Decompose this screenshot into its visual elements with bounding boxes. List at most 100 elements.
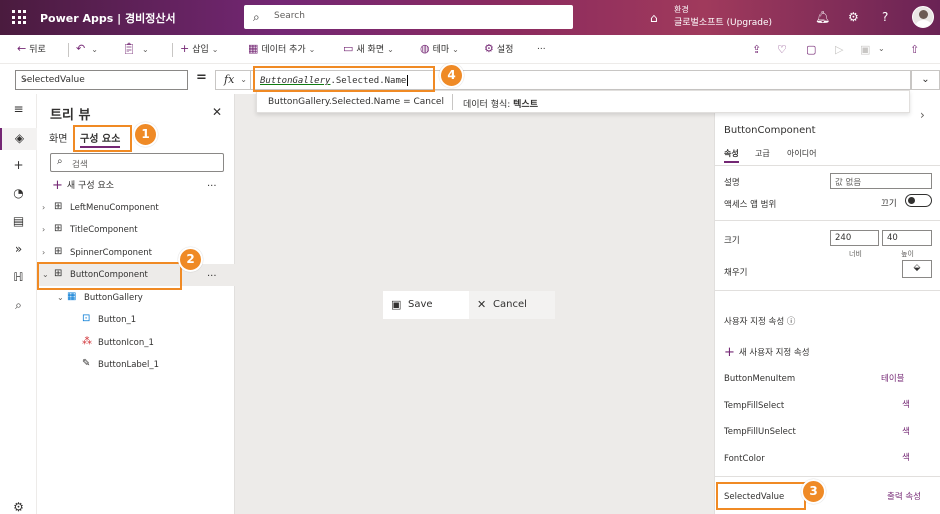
avatar[interactable] — [912, 6, 934, 28]
gear-icon[interactable]: ⚙ — [848, 10, 859, 24]
environment-icon[interactable]: ⌂ — [650, 11, 658, 25]
property-dropdown[interactable]: SelectedValue ⌄ — [15, 70, 188, 90]
help-icon[interactable]: ? — [882, 10, 888, 24]
more-icon[interactable]: ... — [207, 178, 217, 189]
description-input[interactable]: 값 없음 — [830, 173, 932, 189]
custom-prop-name[interactable]: TempFillUnSelect — [724, 427, 796, 437]
result-type: 데이터 형식: 텍스트 — [463, 100, 538, 110]
insert-button[interactable]: + 삽입 ⌄ — [180, 42, 218, 55]
fill-picker[interactable]: ⬙ — [902, 260, 932, 278]
tree-item-spinnercomponent[interactable]: › ⊞ SpinnerComponent — [37, 242, 235, 264]
width-sub-label: 너비 — [849, 250, 862, 258]
tab-ideas[interactable]: 아이디어 — [787, 148, 816, 159]
chevron-down-icon[interactable]: ⌄ — [57, 293, 64, 302]
info-icon[interactable]: ⓘ — [787, 317, 796, 327]
tree-item-buttonlabel1[interactable]: ✎ ButtonLabel_1 — [37, 354, 235, 376]
new-component-button[interactable]: + 새 구성 요소 — [52, 178, 114, 193]
tree-view-panel: 트리 뷰 ✕ 화면 구성 요소 ⌕ 검색 + 새 구성 요소 ... › ⊞ Le… — [37, 94, 235, 514]
fx-button[interactable]: fx ⌄ — [215, 70, 251, 90]
custom-prop-type: 출력 속성 — [887, 492, 921, 502]
tree-search-input[interactable]: ⌕ 검색 — [50, 153, 224, 172]
result-expression: ButtonGallery.Selected.Name = Cancel — [268, 97, 444, 107]
waffle-icon[interactable] — [12, 10, 26, 24]
hamburger-icon[interactable]: ≡ — [0, 102, 37, 116]
equals-sign: = — [196, 70, 207, 85]
height-input[interactable]: 40 — [882, 230, 932, 246]
variables-icon[interactable]: ℍ — [0, 270, 37, 284]
save-button[interactable]: ▣ Save — [383, 291, 469, 319]
chevron-down-icon[interactable]: ⌄ — [878, 44, 885, 53]
chevron-right-icon[interactable]: › — [42, 203, 45, 212]
more-icon[interactable]: ... — [207, 268, 217, 279]
access-toggle[interactable] — [905, 194, 932, 207]
cancel-button[interactable]: ✕ Cancel — [469, 291, 555, 319]
chevron-right-icon[interactable]: › — [920, 108, 925, 122]
share-icon[interactable]: ⇪ — [752, 43, 761, 56]
chevron-down-icon: ⌄ — [308, 45, 316, 54]
chevron-right-icon[interactable]: › — [42, 225, 45, 234]
design-canvas[interactable]: ▣ Save ✕ Cancel — [235, 94, 714, 514]
callout-badge-1: 1 — [133, 122, 158, 147]
database-icon: ▦ — [248, 42, 259, 55]
environment-name[interactable]: 글로벌소프트 (Upgrade) — [674, 15, 772, 28]
chevron-down-icon: ⌄ — [921, 74, 930, 85]
tree-item-titlecomponent[interactable]: › ⊞ TitleComponent — [37, 219, 235, 241]
chevron-right-icon[interactable]: › — [42, 248, 45, 257]
custom-prop-name[interactable]: ButtonMenuItem — [724, 374, 795, 384]
comment-icon[interactable]: ▢ — [806, 43, 816, 56]
media-icon[interactable]: ▤ — [0, 214, 37, 228]
bell-icon[interactable]: 🔔︎ — [815, 10, 830, 24]
width-input[interactable]: 240 — [830, 230, 879, 246]
chevron-down-icon: ⌄ — [240, 75, 247, 84]
power-automate-icon[interactable]: » — [0, 242, 37, 256]
more-button[interactable]: ... — [537, 42, 546, 52]
app-checker-icon[interactable]: ♡ — [777, 43, 787, 56]
tab-advanced[interactable]: 고급 — [755, 148, 770, 159]
close-icon[interactable]: ✕ — [212, 105, 222, 119]
button-component-preview[interactable]: ▣ Save ✕ Cancel — [383, 291, 555, 319]
publish-icon[interactable]: ⇧ — [910, 43, 919, 56]
callout-badge-3: 3 — [801, 479, 826, 504]
play-icon[interactable]: ▷ — [835, 43, 843, 56]
custom-prop-type: 색 — [902, 400, 910, 410]
screen-icon: ▭ — [343, 42, 354, 55]
back-button[interactable]: ← 뒤로 — [17, 42, 46, 55]
gear-icon[interactable]: ⚙ — [0, 500, 37, 514]
theme-button[interactable]: ◍ 테마 ⌄ — [420, 42, 459, 55]
app-title: Power Apps | 경비정산서 — [40, 12, 176, 25]
save-icon[interactable]: ▣ — [860, 43, 870, 56]
add-data-button[interactable]: ▦ 데이터 추가 ⌄ — [248, 42, 315, 55]
chevron-down-icon: ⌄ — [452, 45, 459, 54]
settings-button[interactable]: ⚙ 설정 — [484, 42, 513, 55]
tree-item-button1[interactable]: ⊡ Button_1 — [37, 309, 235, 331]
plus-icon[interactable]: + — [0, 158, 37, 172]
custom-prop-name[interactable]: TempFillSelect — [724, 401, 784, 411]
tree-item-buttongallery[interactable]: ⌄ ▦ ButtonGallery — [37, 287, 235, 309]
paste-button[interactable]: 📋︎ ⌄ — [122, 42, 149, 55]
undo-button[interactable]: ↶ ⌄ — [76, 42, 98, 55]
divider — [68, 43, 69, 57]
expand-formula-button[interactable]: ⌄ — [911, 70, 940, 90]
palette-icon: ◍ — [420, 42, 430, 55]
tree-item-leftmenucomponent[interactable]: › ⊞ LeftMenuComponent — [37, 197, 235, 219]
tab-properties[interactable]: 속성 — [724, 148, 739, 163]
new-custom-prop-button[interactable]: + 새 사용자 지정 속성 — [724, 345, 810, 360]
search-icon: ⌕ — [57, 156, 63, 167]
tab-screens[interactable]: 화면 — [49, 130, 67, 145]
fill-label: 채우기 — [724, 268, 748, 278]
custom-prop-name[interactable]: FontColor — [724, 454, 765, 464]
left-rail: ≡ ◈ + ◔ ▤ » ℍ ⌕ ⚙ — [0, 94, 37, 514]
custom-prop-type: 색 — [902, 427, 910, 437]
size-label: 크기 — [724, 236, 740, 246]
layers-icon[interactable]: ◈ — [0, 128, 37, 150]
search-icon[interactable]: ⌕ — [0, 298, 37, 313]
formula-result-tooltip: ButtonGallery.Selected.Name = Cancel 데이터… — [256, 90, 910, 113]
search-placeholder: Search — [274, 11, 305, 21]
tree-item-buttonicon1[interactable]: ⁂ ButtonIcon_1 — [37, 332, 235, 354]
database-icon[interactable]: ◔ — [0, 186, 37, 200]
chevron-down-icon: ⌄ — [91, 45, 98, 54]
new-screen-button[interactable]: ▭ 새 화면 ⌄ — [343, 42, 394, 55]
component-icon: ⊞ — [54, 246, 63, 257]
search-box[interactable]: ⌕ Search — [244, 5, 573, 29]
divider — [172, 43, 173, 57]
